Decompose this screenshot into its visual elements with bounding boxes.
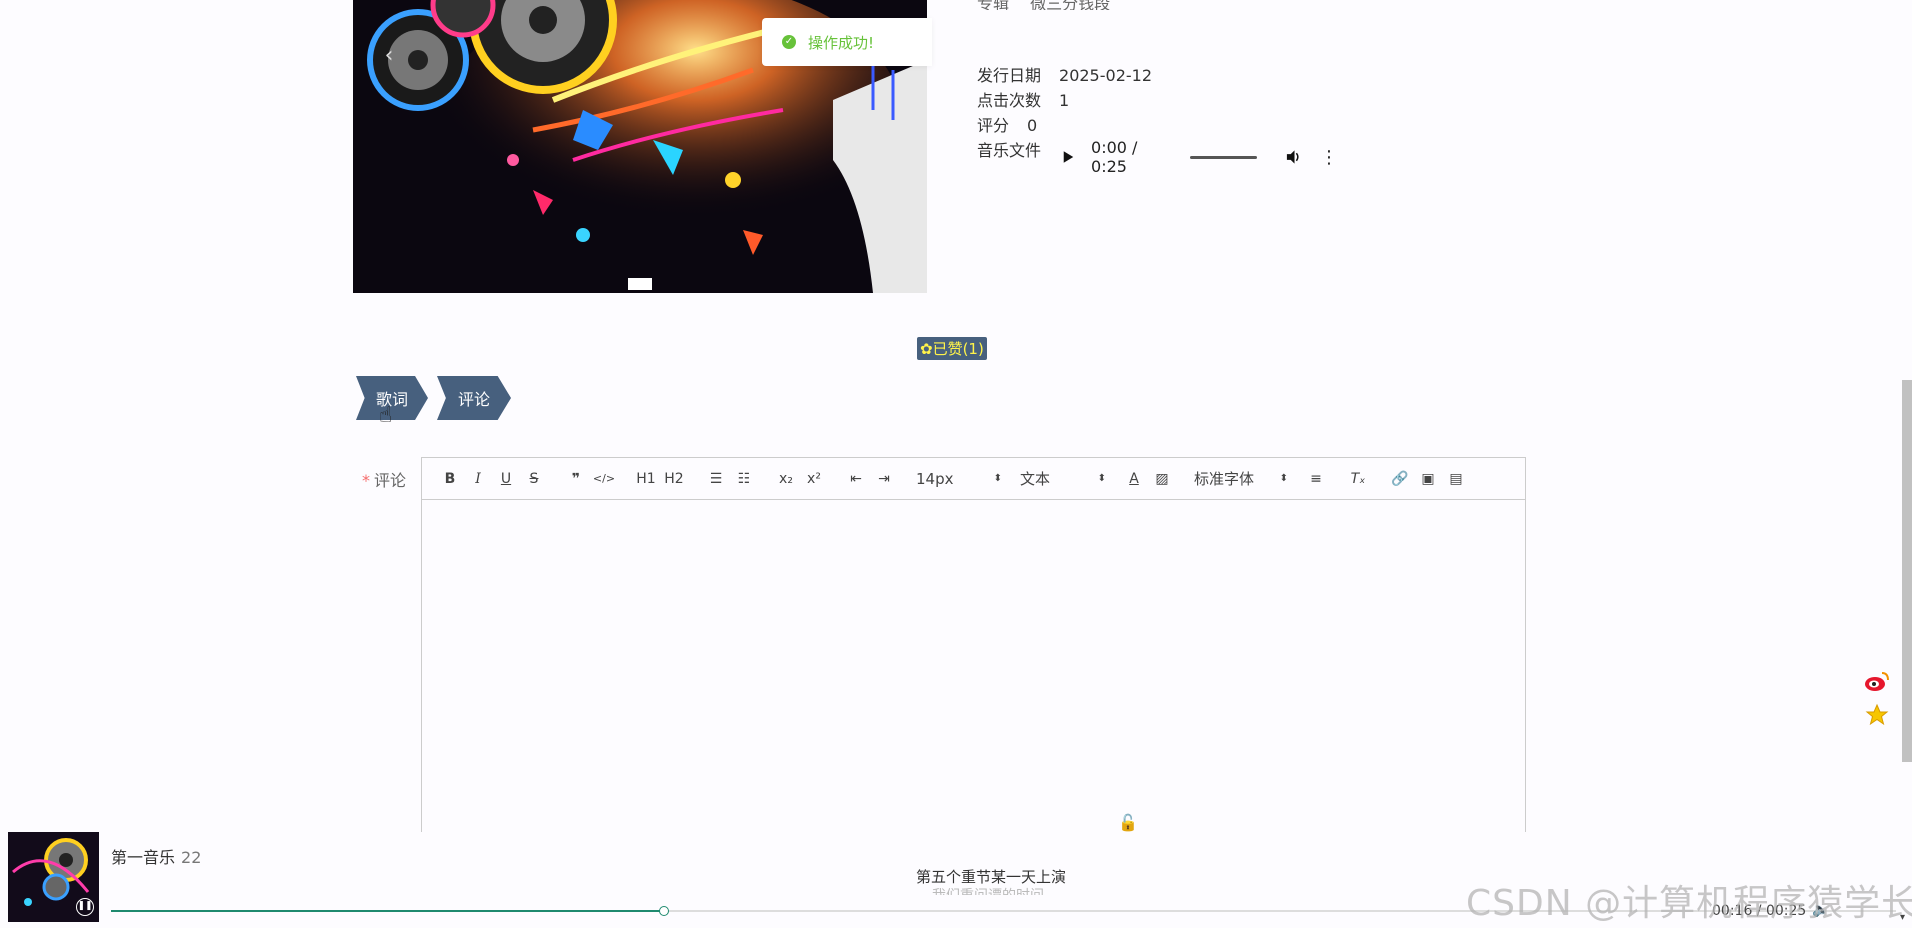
info-row-release-date: 发行日期 2025-02-12 [977,62,1152,86]
superscript-icon[interactable]: x² [800,471,828,487]
star-favorite-icon[interactable] [1862,698,1892,732]
blockquote-icon[interactable]: ❞ [562,471,590,487]
check-circle-icon: ✓ [782,35,796,49]
audio-player[interactable]: 0:00 / 0:25 ⋮ [1058,138,1338,176]
toast-message: 操作成功! [808,33,875,52]
italic-icon[interactable]: I [464,471,492,487]
info-label-music-file: 音乐文件 [977,141,1042,160]
carousel-indicator[interactable] [628,278,652,290]
info-value-album: 微三分钱段 [1030,0,1111,10]
pause-icon[interactable]: ❚❚ [76,898,94,916]
audio-seek-slider[interactable] [1190,155,1257,159]
outdent-icon[interactable]: ⇤ [842,471,870,487]
lyric-next: 我们重问谭的时间 [932,885,1044,895]
success-toast: ✓ 操作成功! [762,18,932,66]
ordered-list-icon[interactable]: ☰ [702,471,730,487]
info-label-release-date: 发行日期 [977,66,1042,85]
lyric-current: 第五个重节某一天上演 [916,868,1067,886]
header-2-label: H2 [664,470,684,487]
font-color-icon[interactable]: A [1120,471,1148,487]
tab-comments[interactable]: 评论 [437,376,511,420]
carousel-prev-button[interactable]: ‹ [375,42,403,70]
like-label: 已赞(1) [932,340,984,358]
player-progress-fill [111,910,665,912]
play-icon[interactable] [1058,147,1077,167]
editor-toolbar: B I U S ❞ </> H1 H2 ☰ ☷ x₂ x² ⇤ ⇥ 14px ⬍ … [422,458,1525,500]
underline-icon[interactable]: U [492,471,520,487]
player-progress-knob[interactable] [659,906,670,916]
watermark: CSDN @计算机程序猿学长 [1466,883,1912,924]
like-badge[interactable]: ✿已赞(1) [917,337,987,360]
player-title: 第一音乐 22 [111,844,201,868]
font-size-select[interactable]: 14px ⬍ [916,470,1002,488]
chevron-updown-icon: ⬍ [1279,473,1288,484]
weibo-icon[interactable] [1862,664,1892,698]
info-row-score: 评分 0 [977,112,1037,136]
info-label-album: 专辑 [977,0,1010,10]
align-icon[interactable]: ≡ [1302,471,1330,487]
background-color-icon[interactable]: ▨ [1148,471,1176,487]
subscript-icon[interactable]: x₂ [772,471,800,487]
bold-icon[interactable]: B [436,471,464,487]
image-icon[interactable]: ▣ [1414,471,1442,487]
font-family-value: 标准字体 [1194,470,1255,488]
player-track-number: 22 [181,848,202,867]
info-value-score: 0 [1027,116,1038,135]
font-family-select[interactable]: 标准字体 ⬍ [1194,468,1288,489]
volume-icon[interactable] [1285,148,1302,166]
bullet-list-icon[interactable]: ☷ [730,471,758,487]
font-size-value: 14px [916,469,954,488]
chevron-updown-icon: ⬍ [993,473,1002,484]
info-row-clicks: 点击次数 1 [977,87,1069,111]
page-scrollbar[interactable] [1902,380,1912,762]
text-format-value: 文本 [1020,470,1051,488]
required-mark: * [362,471,370,490]
header-1-icon[interactable]: H1 [632,471,660,487]
header-2-icon[interactable]: H2 [660,471,688,487]
info-row-cut: 专辑 微三分钱段 [977,0,1137,10]
link-icon[interactable]: 🔗 [1386,471,1414,487]
album-cover[interactable]: ❚❚ [8,832,99,922]
strike-icon[interactable]: S [520,471,548,487]
more-options-icon[interactable]: ⋮ [1320,147,1338,168]
player-title-text: 第一音乐 [111,848,176,867]
chevron-updown-icon: ⬍ [1097,473,1106,484]
comment-label-text: 评论 [374,471,407,490]
indent-icon[interactable]: ⇥ [870,471,898,487]
audio-time: 0:00 / 0:25 [1091,138,1138,176]
info-value-clicks: 1 [1059,91,1070,110]
hand-cursor-icon: ☝ [379,403,393,428]
code-block-icon[interactable]: </> [590,472,618,485]
info-value-release-date: 2025-02-12 [1059,66,1152,85]
video-icon[interactable]: ▤ [1442,471,1470,487]
info-label-score: 评分 [977,116,1010,135]
text-format-select[interactable]: 文本 ⬍ [1020,468,1106,489]
info-row-music-file: 音乐文件 [977,137,1041,161]
unlock-icon: 🔓 [1118,813,1138,832]
like-icon: ✿ [920,340,933,358]
header-1-label: H1 [636,470,656,487]
share-sidebar [1862,664,1892,732]
info-label-clicks: 点击次数 [977,91,1042,110]
clear-format-icon[interactable]: Tₓ [1344,471,1372,487]
comment-label: * 评论 [362,467,406,491]
